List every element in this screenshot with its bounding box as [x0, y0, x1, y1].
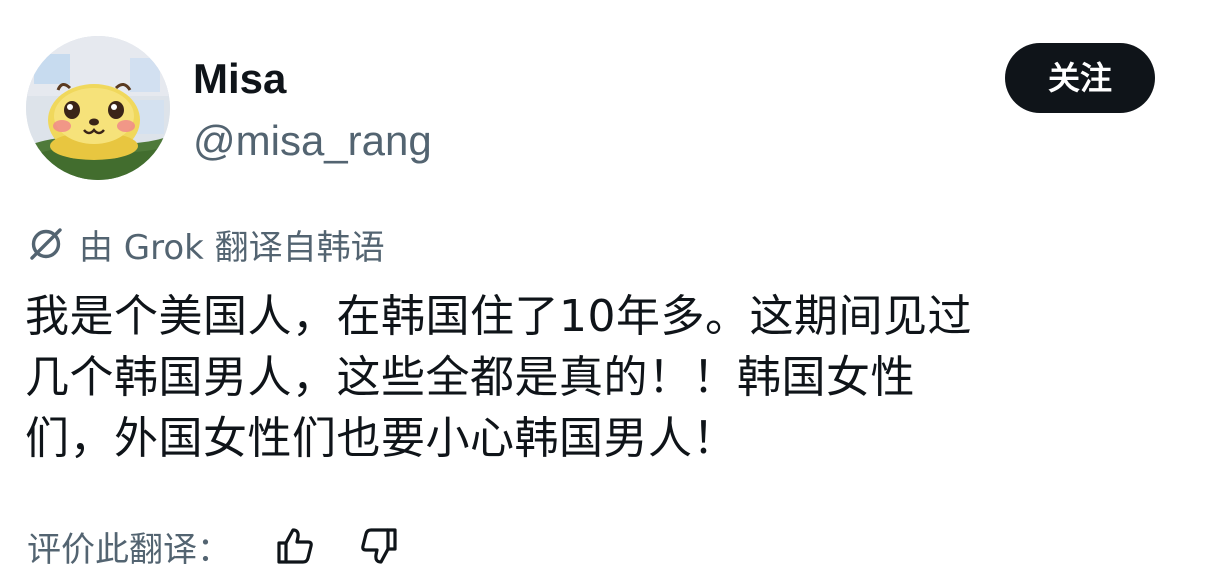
thumbs-up-button[interactable]	[273, 524, 317, 568]
translation-note: 由 Grok 翻译自韩语	[27, 218, 385, 270]
translation-note-text: 由 Grok 翻译自韩语	[79, 227, 385, 268]
rate-translation-label: 评价此翻译：	[27, 529, 231, 570]
display-name[interactable]: Misa	[193, 52, 286, 106]
tweet-text-line: 几个韩国男人，这些全都是真的！！韩国女性	[25, 352, 915, 403]
user-handle[interactable]: @misa_rang	[193, 114, 432, 168]
thumbs-up-icon	[277, 528, 313, 564]
thumbs-down-icon	[361, 528, 397, 564]
tweet-text: 我是个美国人，在韩国住了10年多。这期间见过 几个韩国男人，这些全都是真的！！韩…	[25, 286, 1185, 469]
follow-button[interactable]: 关注	[1005, 43, 1155, 113]
avatar[interactable]	[26, 36, 170, 180]
avatar-image	[26, 36, 170, 180]
tweet-text-line: 们，外国女性们也要小心韩国男人！	[25, 413, 737, 464]
rate-translation: 评价此翻译：	[27, 520, 401, 572]
thumbs-down-button[interactable]	[357, 524, 401, 568]
grok-icon	[27, 225, 65, 263]
tweet-text-line: 我是个美国人，在韩国住了10年多。这期间见过	[25, 291, 972, 342]
